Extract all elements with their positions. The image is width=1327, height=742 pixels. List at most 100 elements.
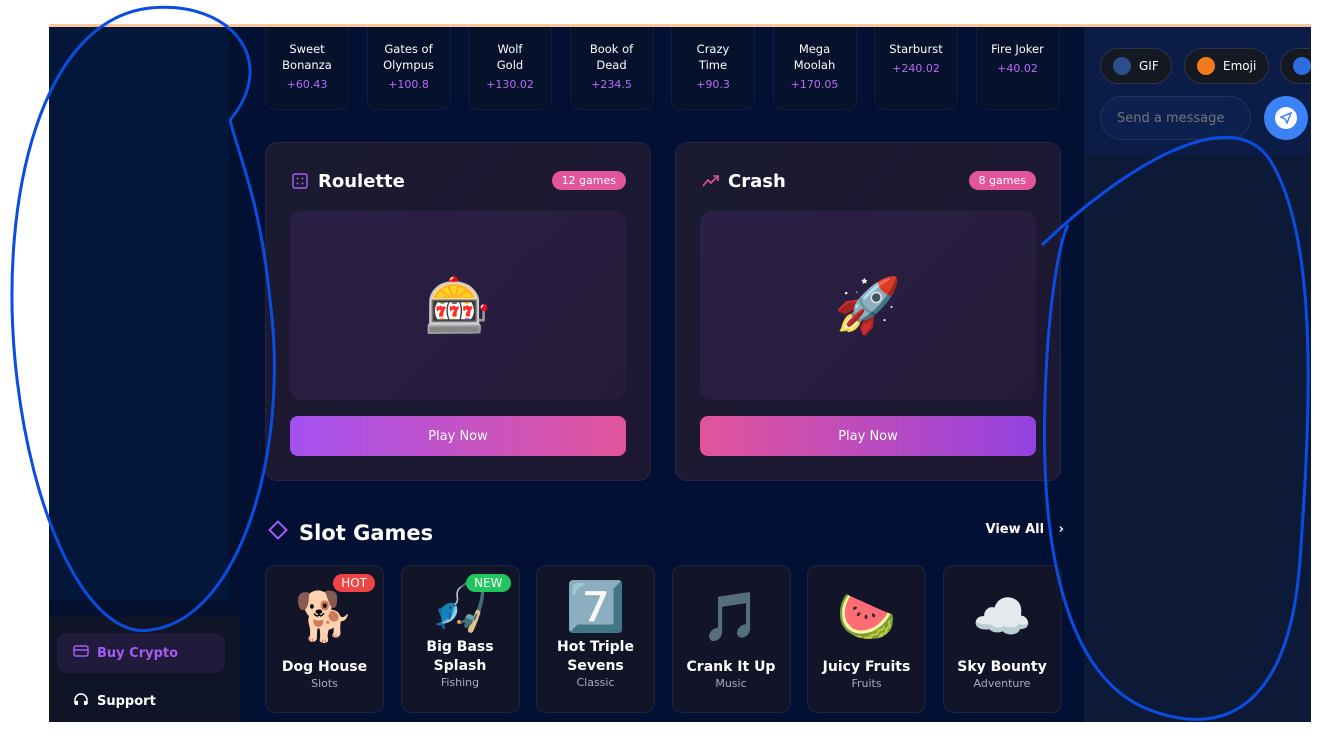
slot-game-card[interactable]: 7️⃣ Hot Triple Sevens Classic [536,565,655,713]
diamond-icon [267,519,289,546]
category-preview: 🎰 [290,211,626,400]
slot-game-card[interactable]: 🍉 Juicy Fruits Fruits [807,565,926,713]
game-name-line2: Olympus [383,58,434,72]
game-icon: 🍉 [836,589,897,645]
game-name: Sky Bounty [957,659,1047,675]
game-icon: 🐕 [294,589,355,645]
category-card-roulette[interactable]: Roulette 12 games 🎰 Play Now [265,142,651,481]
sidebar-item-support[interactable]: Support [57,681,225,721]
game-name: Book of [589,42,634,56]
game-name-line2: Moolah [793,58,836,72]
game-name-line2: Gold [496,58,524,72]
sidebar-item-label: Support [97,693,156,709]
recent-win-card[interactable]: Gates of Olympus +100.8 [366,26,451,110]
chat-composer: GIF Emoji [1084,26,1311,155]
win-amount: +170.05 [790,78,839,91]
slot-machine-icon: 🎰 [424,273,492,337]
game-name: Crank It Up [686,659,776,675]
section-title-text: Slot Games [299,520,434,545]
game-genre: Fishing [440,676,480,689]
game-name: Sweet [289,42,325,56]
view-all-link[interactable]: View All › [985,522,1064,537]
win-amount: +234.5 [591,78,632,91]
recent-win-card[interactable]: Crazy Time +90.3 [671,26,755,110]
headphones-icon [73,692,89,710]
left-sidebar: Buy Crypto Support [49,26,241,722]
send-button[interactable] [1264,96,1308,140]
trending-up-icon [702,173,720,192]
win-amount: +40.02 [997,62,1038,75]
gif-button[interactable]: GIF [1100,48,1172,84]
slot-game-card[interactable]: HOT 🐕 Dog House Slots [265,565,384,713]
send-icon [1275,107,1297,129]
win-amount: +90.3 [696,78,730,91]
play-now-button[interactable]: Play Now [700,416,1036,456]
section-title: Slot Games [267,519,433,546]
win-amount: +130.02 [486,78,534,91]
game-name: Gates of [384,42,433,56]
sidebar-item-label: Buy Crypto [97,645,179,661]
game-name: Dog House [281,659,368,675]
game-name-line2: Bonanza [282,58,332,72]
document-icon [1293,57,1311,75]
win-amount: +60.43 [286,78,328,91]
rocket-icon: 🚀 [834,273,902,337]
game-icon: ☁️ [972,589,1032,645]
win-amount: +240.02 [892,62,940,75]
gif-label: GIF [1139,59,1159,73]
image-icon [1113,57,1131,75]
slot-game-card[interactable]: ☁️ Sky Bounty Adventure [942,565,1062,713]
category-card-crash[interactable]: Crash 8 games 🚀 Play Now [675,142,1061,481]
recent-win-card[interactable]: Mega Moolah +170.05 [772,26,857,110]
game-name: Crazy [696,42,730,56]
credit-card-icon [73,645,89,661]
file-button[interactable] [1280,48,1311,84]
game-genre: Classic [576,676,615,689]
game-name-line2: Time [698,58,728,72]
slot-game-card[interactable]: NEW 🎣 Big Bass Splash Fishing [400,565,520,713]
main-content: Sweet Bonanza +60.43 Gates of Olympus +1… [241,26,1084,722]
new-badge: NEW [466,574,511,592]
smile-icon [1197,57,1215,75]
game-icon: 🎵 [701,589,761,645]
game-genre: Adventure [973,677,1031,690]
win-amount: +100.8 [388,78,429,91]
recent-win-card[interactable]: Sweet Bonanza +60.43 [265,26,349,110]
sidebar-panel [49,26,229,600]
view-all-label: View All [985,522,1045,537]
game-count-badge: 8 games [968,171,1036,190]
category-title: Crash [728,171,786,192]
dice-icon [292,173,308,193]
category-title: Roulette [318,171,405,192]
recent-win-card[interactable]: Starburst +240.02 [874,26,958,110]
game-name: Fire Joker [991,42,1044,56]
chevron-right-icon: › [1058,522,1064,537]
game-genre: Fruits [851,677,882,690]
game-name: Juicy Fruits [822,659,911,675]
game-genre: Music [715,677,747,690]
slot-game-card[interactable]: 🎵 Crank It Up Music [671,565,791,713]
play-now-button[interactable]: Play Now [290,416,626,456]
app: Buy Crypto Support Sweet Bonanza +60.43 … [49,26,1311,722]
game-genre: Slots [311,677,338,690]
chat-panel: GIF Emoji [1084,26,1311,722]
category-preview: 🚀 [700,211,1036,400]
recent-win-card[interactable]: Fire Joker +40.02 [975,26,1060,110]
recent-win-card[interactable]: Wolf Gold +130.02 [468,26,552,110]
game-count-badge: 12 games [551,171,626,190]
game-name: Wolf [497,42,523,56]
hot-badge: HOT [333,574,375,592]
game-name: Mega [798,42,831,56]
sidebar-bottom: Buy Crypto Support [49,617,241,722]
sidebar-item-buy-crypto[interactable]: Buy Crypto [57,633,225,673]
emoji-label: Emoji [1223,59,1257,73]
top-border [49,24,1311,27]
game-icon: 7️⃣ [565,579,626,635]
emoji-button[interactable]: Emoji [1184,48,1270,84]
game-name: Hot Triple Sevens [557,639,634,674]
recent-win-card[interactable]: Book of Dead +234.5 [569,26,654,110]
game-name: Big Bass Splash [426,639,494,674]
game-name: Starburst [889,42,943,56]
game-name-line2: Dead [596,58,627,72]
message-input[interactable] [1100,96,1251,140]
